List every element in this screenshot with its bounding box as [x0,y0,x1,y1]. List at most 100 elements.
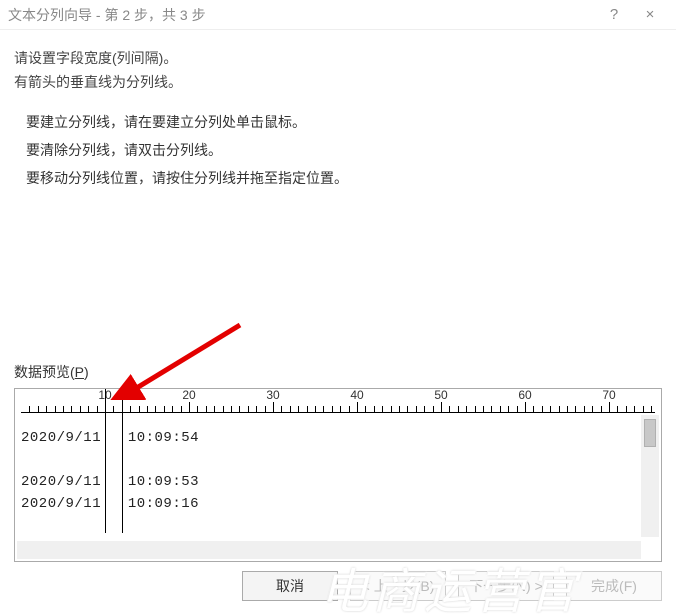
ruler-tick [307,406,308,412]
ruler-tick [256,406,257,412]
horizontal-scrollbar[interactable] [17,541,641,559]
ruler-tick [601,406,602,412]
ruler-tick [500,406,501,412]
instruction-move: 要移动分列线位置，请按住分列线并拖至指定位置。 [26,164,662,192]
table-row: 2020/9/11 10:09:53 [21,471,655,493]
ruler-tick [46,406,47,412]
ruler-tick [55,406,56,412]
close-button[interactable]: × [632,1,668,29]
ruler-tick [592,406,593,412]
ruler-tick [407,406,408,412]
preview-label-key: P [75,364,84,380]
ruler-tick [466,406,467,412]
cancel-button[interactable]: 取消 [242,571,338,601]
ruler-tick [449,406,450,412]
ruler-tick [97,406,98,412]
spacer [14,192,662,354]
ruler-tick [525,402,526,412]
ruler-tick [281,406,282,412]
ruler-tick [349,406,350,412]
titlebar: 文本分列向导 - 第 2 步，共 3 步 ? × [0,0,676,30]
ruler-tick [38,406,39,412]
ruler-tick [248,406,249,412]
ruler-label: 60 [518,388,531,402]
help-button[interactable]: ? [596,1,632,29]
ruler-tick [542,406,543,412]
ruler-label: 70 [602,388,615,402]
ruler-tick [155,406,156,412]
wizard-dialog: 文本分列向导 - 第 2 步，共 3 步 ? × 请设置字段宽度(列间隔)。 有… [0,0,676,616]
ruler-tick [634,406,635,412]
ruler-tick [172,406,173,412]
ruler-tick [508,406,509,412]
dialog-title: 文本分列向导 - 第 2 步，共 3 步 [8,5,596,25]
preview-label-prefix: 数据预览( [14,364,75,380]
table-row-blank [21,449,655,471]
ruler-tick [147,406,148,412]
back-button[interactable]: < 上一步(B) [350,571,446,601]
ruler-tick [491,406,492,412]
ruler-tick [130,406,131,412]
vertical-scrollbar[interactable] [641,415,659,537]
ruler-tick [559,406,560,412]
ruler-tick [223,406,224,412]
preview-frame: 10203040506070 2020/9/11 10:09:542020/9/… [14,388,662,562]
vertical-scroll-thumb[interactable] [644,419,656,447]
ruler-tick [399,406,400,412]
ruler-tick [265,406,266,412]
ruler-tick [88,406,89,412]
preview-label-suffix: ) [84,364,89,380]
instructions-block: 要建立分列线，请在要建立分列处单击鼠标。 要清除分列线，请双击分列线。 要移动分… [26,108,662,192]
ruler-tick [458,406,459,412]
ruler-tick [365,406,366,412]
ruler-tick [197,406,198,412]
finish-button[interactable]: 完成(F) [566,571,662,601]
ruler-tick [626,406,627,412]
ruler-tick [29,406,30,412]
preview-section: 数据预览(P) 10203040506070 2020/9/11 10:09:5… [14,362,662,562]
ruler-label: 20 [182,388,195,402]
table-row: 2020/9/11 10:09:54 [21,427,655,449]
ruler-tick [63,406,64,412]
intro-line-2: 有箭头的垂直线为分列线。 [14,70,662,94]
ruler-tick [550,406,551,412]
preview-body[interactable]: 2020/9/11 10:09:54 2020/9/11 10:09:532020… [21,413,655,533]
preview-label: 数据预览(P) [14,362,662,382]
ruler-tick [533,406,534,412]
column-break-handle[interactable] [105,389,106,533]
horizontal-scroll-thumb[interactable] [19,544,59,556]
column-break-handle[interactable] [122,389,123,533]
ruler-tick [424,406,425,412]
ruler[interactable]: 10203040506070 [21,389,655,413]
ruler-tick [273,402,274,412]
ruler-tick [617,406,618,412]
ruler-tick [441,402,442,412]
ruler-tick [113,406,114,412]
ruler-tick [340,406,341,412]
ruler-tick [323,406,324,412]
ruler-tick [71,406,72,412]
next-button[interactable]: 下一步(N) > [458,571,554,601]
ruler-tick [357,402,358,412]
ruler-tick [651,406,652,412]
ruler-tick [483,406,484,412]
ruler-tick [181,406,182,412]
ruler-tick [239,406,240,412]
ruler-tick [374,406,375,412]
table-row: 2020/9/11 10:09:16 [21,493,655,515]
ruler-tick [643,406,644,412]
instruction-create: 要建立分列线，请在要建立分列处单击鼠标。 [26,108,662,136]
ruler-label: 30 [266,388,279,402]
ruler-tick [475,406,476,412]
ruler-label: 50 [434,388,447,402]
ruler-tick [80,406,81,412]
ruler-tick [332,406,333,412]
ruler-tick [214,406,215,412]
ruler-tick [567,406,568,412]
ruler-label: 40 [350,388,363,402]
ruler-tick [584,406,585,412]
dialog-content: 请设置字段宽度(列间隔)。 有箭头的垂直线为分列线。 要建立分列线，请在要建立分… [0,30,676,562]
ruler-tick [290,406,291,412]
ruler-tick [189,402,190,412]
ruler-tick [164,406,165,412]
